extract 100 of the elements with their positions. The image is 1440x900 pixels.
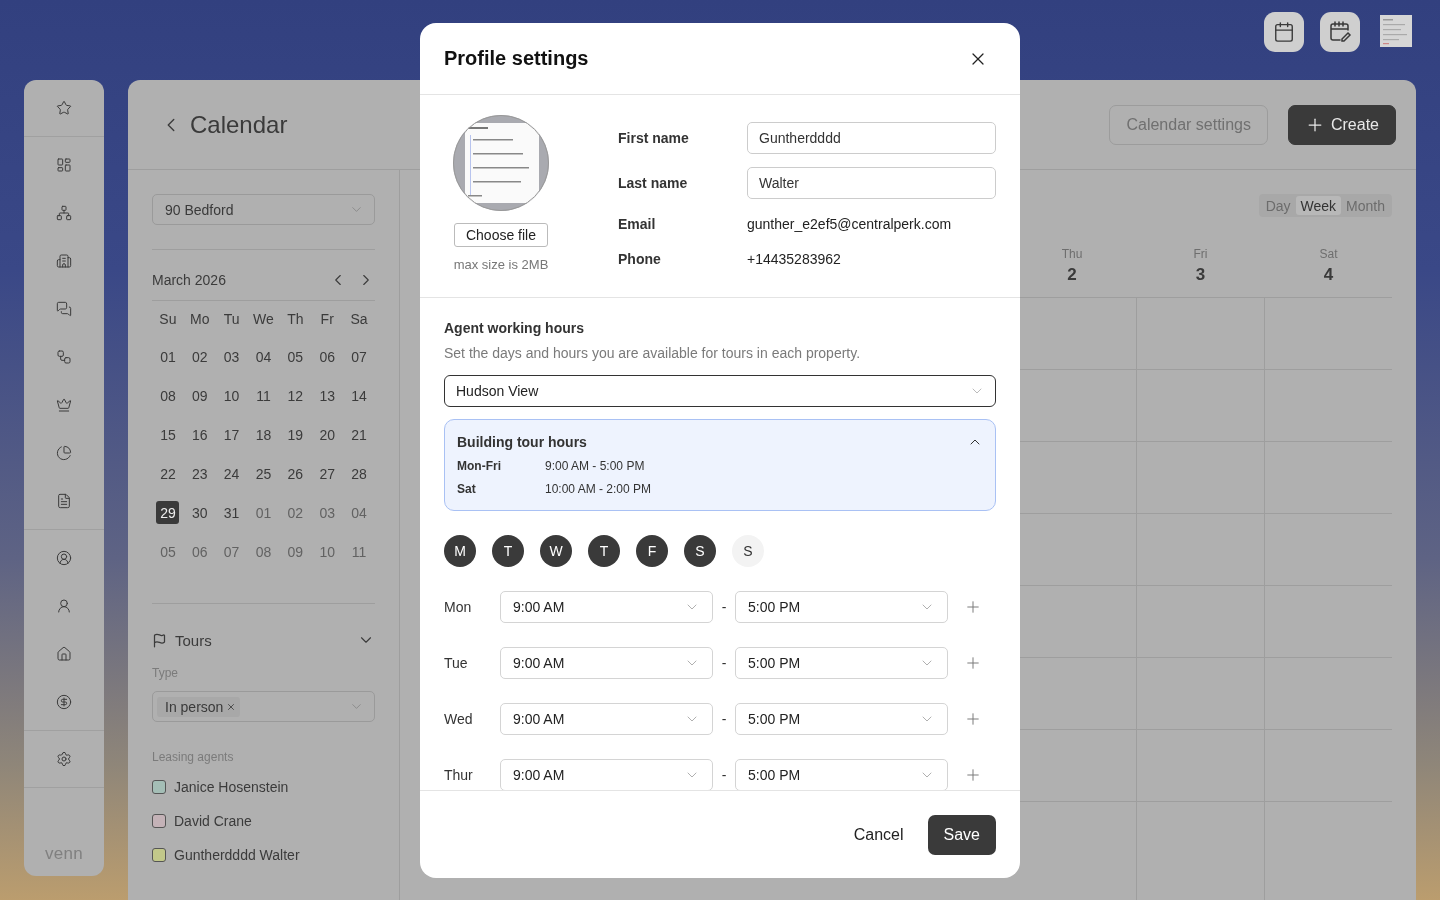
calendar-day[interactable]: 01: [156, 345, 180, 368]
calendar-day[interactable]: 05: [283, 345, 307, 368]
day-toggle[interactable]: W: [540, 535, 572, 567]
crown-icon[interactable]: [56, 397, 72, 413]
calendar-day[interactable]: 29: [156, 501, 180, 524]
user-circle-icon[interactable]: [56, 550, 72, 566]
end-time-select[interactable]: 5:00 PM: [735, 591, 948, 623]
end-time-select[interactable]: 5:00 PM: [735, 647, 948, 679]
calendar-day[interactable]: 24: [220, 462, 244, 485]
calendar-day[interactable]: 26: [283, 462, 307, 485]
agent-checkbox[interactable]: [152, 780, 166, 794]
network-icon[interactable]: [56, 205, 72, 221]
calendar-button[interactable]: [1264, 12, 1304, 52]
calendar-day[interactable]: 08: [156, 384, 180, 407]
building-icon[interactable]: [56, 253, 72, 269]
calendar-day[interactable]: 07: [347, 345, 371, 368]
weekday-label: Fr: [319, 311, 335, 329]
calendar-day[interactable]: 03: [220, 345, 244, 368]
calendar-day[interactable]: 11: [252, 384, 275, 407]
calendar-day[interactable]: 28: [347, 462, 371, 485]
document-icon[interactable]: [56, 493, 72, 509]
calendar-day[interactable]: 05: [156, 540, 180, 563]
end-time-select[interactable]: 5:00 PM: [735, 703, 948, 735]
workflow-icon[interactable]: [56, 349, 72, 365]
calendar-day[interactable]: 12: [283, 384, 307, 407]
calendar-day[interactable]: 07: [220, 540, 244, 563]
day-toggle[interactable]: S: [684, 535, 716, 567]
calendar-day[interactable]: 02: [283, 501, 307, 524]
day-toggle[interactable]: T: [492, 535, 524, 567]
calendar-day[interactable]: 06: [315, 345, 339, 368]
calendar-day[interactable]: 20: [315, 423, 339, 446]
calendar-icon: [1273, 21, 1295, 43]
calendar-day[interactable]: 11: [347, 540, 371, 563]
field-value: +14435283962: [747, 251, 842, 268]
agent-checkbox[interactable]: [152, 814, 166, 828]
calendar-day[interactable]: 31: [220, 501, 244, 524]
pie-chart-icon[interactable]: [56, 445, 72, 461]
calendar-day[interactable]: 19: [283, 423, 307, 446]
house-icon[interactable]: [56, 646, 72, 662]
day-toggle[interactable]: F: [636, 535, 668, 567]
settings-icon[interactable]: [56, 751, 72, 767]
start-time-select[interactable]: 9:00 AM: [500, 703, 713, 735]
day-toggle[interactable]: T: [588, 535, 620, 567]
section-description: Set the days and hours you are available for tours in each property.: [444, 345, 862, 361]
cancel-button[interactable]: Cancel: [853, 825, 904, 844]
calendar-day[interactable]: 02: [188, 345, 212, 368]
calendar-day[interactable]: 09: [188, 384, 212, 407]
date-label: 2: [1067, 265, 1077, 285]
calendar-day[interactable]: 04: [347, 501, 371, 524]
create-button[interactable]: Create: [1287, 104, 1396, 145]
start-time-select[interactable]: 9:00 AM: [500, 591, 713, 623]
calendar-day[interactable]: 06: [188, 540, 212, 563]
calendar-day[interactable]: 09: [283, 540, 307, 563]
day-toggle[interactable]: S: [732, 535, 764, 567]
start-time-select[interactable]: 9:00 AM: [500, 647, 713, 679]
property-select[interactable]: Hudson View: [444, 375, 996, 407]
weekday-label: Su: [158, 311, 178, 329]
day-toggle[interactable]: M: [444, 535, 476, 567]
save-button[interactable]: Save: [927, 814, 996, 855]
calendar-day[interactable]: 14: [347, 384, 371, 407]
weekday-label: Tu: [222, 311, 241, 329]
chat-icon[interactable]: [56, 301, 72, 317]
calendar-day[interactable]: 23: [188, 462, 212, 485]
remove-icon[interactable]: [226, 701, 237, 712]
section-title: Agent working hours: [444, 320, 585, 336]
calendar-day[interactable]: 04: [252, 345, 275, 368]
calendar-pen-button[interactable]: [1320, 12, 1360, 52]
property-select[interactable]: 90 Bedford: [152, 194, 375, 225]
calendar-day[interactable]: 16: [188, 423, 212, 446]
day-label: Mon: [444, 599, 473, 615]
range-dash: -: [720, 599, 728, 615]
calendar-day[interactable]: 08: [252, 540, 275, 563]
calendar-day[interactable]: 15: [156, 423, 180, 446]
view-tab[interactable]: Week: [1295, 196, 1342, 215]
star-icon[interactable]: [56, 100, 72, 116]
dollar-icon[interactable]: [56, 694, 72, 710]
calendar-day[interactable]: 22: [156, 462, 180, 485]
type-select[interactable]: In person: [152, 691, 375, 722]
calendar-day[interactable]: 18: [252, 423, 275, 446]
section-title: Tours: [175, 631, 213, 649]
text-field[interactable]: Guntherdddd: [747, 121, 996, 154]
calendar-day[interactable]: 17: [220, 423, 244, 446]
calendar-day[interactable]: 13: [315, 384, 339, 407]
calendar-day[interactable]: 27: [315, 462, 339, 485]
choose-file-button[interactable]: Choose file: [453, 223, 548, 247]
calendar-day[interactable]: 25: [252, 462, 275, 485]
calendar-day[interactable]: 10: [315, 540, 339, 563]
person-icon[interactable]: [56, 598, 72, 614]
calendar-day[interactable]: 01: [252, 501, 275, 524]
calendar-day[interactable]: 21: [347, 423, 371, 446]
dashboard-icon[interactable]: [56, 157, 72, 173]
calendar-day[interactable]: 03: [315, 501, 339, 524]
calendar-day[interactable]: 10: [220, 384, 244, 407]
agent-checkbox[interactable]: [152, 848, 166, 862]
weekday-label: Fri: [1193, 247, 1208, 261]
date-label: 3: [1195, 265, 1206, 285]
month-label: March 2026: [152, 272, 227, 288]
calendar-day[interactable]: 30: [188, 501, 212, 524]
panel-title: Building tour hours: [457, 434, 587, 450]
text-field[interactable]: Walter: [747, 167, 996, 200]
